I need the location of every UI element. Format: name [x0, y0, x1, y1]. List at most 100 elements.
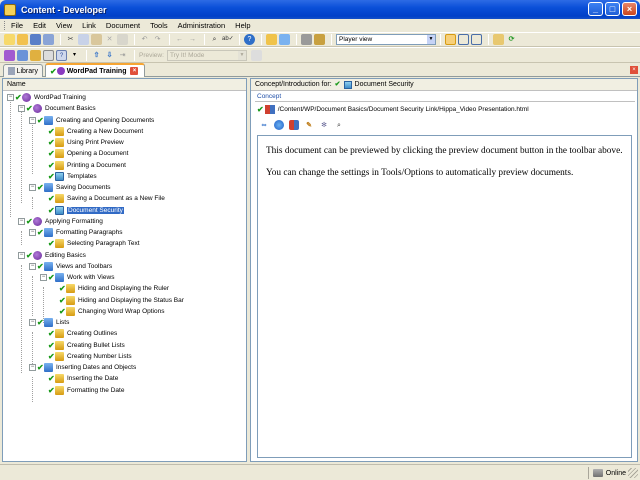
- tree-item[interactable]: ✔ Creating a New Document: [40, 126, 143, 137]
- collapse-icon[interactable]: −: [18, 251, 25, 259]
- mode-select[interactable]: Try It! Mode ▼: [166, 49, 247, 61]
- new-icon[interactable]: [4, 34, 15, 45]
- save-all-icon[interactable]: [43, 34, 54, 45]
- tree-item[interactable]: ✔ Hiding and Displaying the Status Bar: [51, 295, 184, 306]
- player-view-select[interactable]: Player view ▼: [336, 34, 436, 45]
- tree-item[interactable]: ✔ Creating Number Lists: [40, 351, 132, 362]
- print-icon[interactable]: [301, 34, 312, 45]
- tree-item[interactable]: ✔ Formatting the Date: [40, 385, 124, 396]
- layout-horizontal-icon[interactable]: [458, 34, 469, 45]
- tree-item[interactable]: ✔ Selecting Paragraph Text: [40, 238, 140, 249]
- collapse-icon[interactable]: −: [29, 319, 36, 326]
- forward-icon[interactable]: →: [187, 34, 198, 45]
- package-link-icon[interactable]: [289, 120, 299, 130]
- tab-wordpad-training[interactable]: ✔ WordPad Training ×: [45, 63, 145, 77]
- edit-pencil-icon[interactable]: ✎: [304, 120, 314, 130]
- redo-icon[interactable]: ↷: [152, 34, 163, 45]
- close-panel-icon[interactable]: ×: [630, 66, 638, 74]
- course-icon[interactable]: [4, 49, 15, 61]
- find-icon[interactable]: ⌕: [209, 34, 220, 45]
- cut-icon[interactable]: ✂: [65, 34, 76, 45]
- undo-icon[interactable]: ↶: [139, 34, 150, 45]
- collapse-icon[interactable]: −: [29, 229, 36, 236]
- menu-help[interactable]: Help: [235, 21, 250, 30]
- save-icon[interactable]: [30, 34, 41, 45]
- copy-icon[interactable]: [78, 34, 89, 45]
- rename-icon[interactable]: [117, 34, 128, 45]
- layout-single-icon[interactable]: [445, 34, 456, 45]
- menu-tools[interactable]: Tools: [150, 21, 168, 30]
- collapse-icon[interactable]: −: [7, 94, 14, 101]
- tree-item[interactable]: ✔ Using Print Preview: [40, 137, 124, 148]
- spellcheck-icon[interactable]: ab✓: [222, 34, 234, 45]
- web-link-icon[interactable]: [274, 120, 284, 130]
- preview-icon[interactable]: [314, 34, 325, 45]
- tree-item[interactable]: ✔ Inserting the Date: [40, 373, 118, 384]
- tree-item[interactable]: − ✔ Work with Views: [40, 272, 114, 283]
- collapse-icon[interactable]: −: [40, 274, 47, 281]
- tree-item[interactable]: − ✔ Editing Basics: [18, 250, 86, 261]
- tree-item[interactable]: − ✔ Lists: [29, 317, 69, 328]
- resize-grip[interactable]: [628, 468, 638, 478]
- indent-icon[interactable]: ⇥: [117, 50, 128, 61]
- module-icon[interactable]: [17, 49, 28, 61]
- collapse-icon[interactable]: −: [18, 105, 25, 113]
- chevron-down-icon[interactable]: ▼: [427, 35, 435, 44]
- menu-view[interactable]: View: [56, 21, 72, 30]
- refresh-icon[interactable]: ⟳: [506, 34, 517, 45]
- bookmark-icon[interactable]: [493, 34, 504, 45]
- tree-item[interactable]: − ✔ Formatting Paragraphs: [29, 227, 122, 238]
- publish-icon[interactable]: [266, 34, 277, 45]
- tree-item[interactable]: − ✔ Saving Documents: [29, 182, 111, 193]
- close-button[interactable]: ×: [622, 2, 637, 16]
- preview-document-icon[interactable]: ⌕: [334, 120, 344, 130]
- layout-vertical-icon[interactable]: [471, 34, 482, 45]
- help-icon[interactable]: ?: [244, 34, 255, 45]
- move-down-icon[interactable]: ⇩: [104, 50, 115, 61]
- tree-item[interactable]: ✔ Opening a Document: [40, 148, 128, 159]
- name-column-header[interactable]: Name: [3, 79, 246, 91]
- menu-edit[interactable]: Edit: [33, 21, 46, 30]
- tree-item[interactable]: ✔ Saving a Document as a New File: [40, 193, 165, 204]
- section-icon[interactable]: [30, 49, 41, 61]
- topic-icon[interactable]: [43, 49, 54, 61]
- tree-item[interactable]: ✔ Document Security: [40, 205, 124, 216]
- tree-item[interactable]: − ✔ Views and Toolbars: [29, 261, 112, 272]
- collapse-icon[interactable]: −: [29, 116, 36, 124]
- play-preview-icon[interactable]: [250, 49, 262, 61]
- collapse-icon[interactable]: −: [29, 184, 36, 191]
- menu-administration[interactable]: Administration: [178, 21, 226, 30]
- collapse-icon[interactable]: −: [18, 217, 25, 225]
- tree-item[interactable]: ✔ Hiding and Displaying the Ruler: [51, 283, 169, 294]
- menu-document[interactable]: Document: [106, 21, 140, 30]
- move-up-icon[interactable]: ⇧: [91, 50, 102, 61]
- open-icon[interactable]: [17, 34, 28, 45]
- settings-gear-icon[interactable]: ✻: [319, 120, 329, 130]
- menu-file[interactable]: File: [11, 21, 23, 30]
- tree-item[interactable]: − ✔ Document Basics: [18, 103, 96, 114]
- tree-item[interactable]: ✔ Creating Outlines: [40, 328, 117, 339]
- concept-link-path[interactable]: /Content/WP/Document Basics/Document Sec…: [278, 106, 529, 113]
- tab-library[interactable]: Library: [3, 64, 43, 77]
- collapse-icon[interactable]: −: [29, 262, 36, 270]
- tree-item[interactable]: − ✔ Applying Formatting: [18, 216, 103, 227]
- link-icon[interactable]: ∞: [259, 120, 269, 130]
- back-icon[interactable]: ←: [174, 34, 185, 45]
- tree-item[interactable]: ✔ Creating Bullet Lists: [40, 340, 125, 351]
- paste-icon[interactable]: [91, 34, 102, 45]
- tree-item[interactable]: − ✔ Inserting Dates and Objects: [29, 362, 136, 373]
- delete-icon[interactable]: ✕: [104, 34, 115, 45]
- close-tab-icon[interactable]: ×: [130, 67, 139, 75]
- minimize-button[interactable]: _: [588, 2, 603, 16]
- tree-item[interactable]: − ✔ WordPad Training: [7, 92, 86, 103]
- tree-item[interactable]: − ✔ Creating and Opening Documents: [29, 115, 154, 126]
- question-icon[interactable]: ?: [56, 49, 67, 61]
- tree-item[interactable]: ✔ Templates: [40, 171, 97, 182]
- dropdown-icon[interactable]: ▾: [69, 50, 80, 61]
- tree-item[interactable]: ✔ Changing Word Wrap Options: [51, 306, 164, 317]
- maximize-button[interactable]: □: [605, 2, 620, 16]
- chevron-down-icon[interactable]: ▼: [237, 50, 246, 60]
- collapse-icon[interactable]: −: [29, 364, 36, 371]
- menu-link[interactable]: Link: [82, 21, 96, 30]
- properties-icon[interactable]: [279, 34, 290, 45]
